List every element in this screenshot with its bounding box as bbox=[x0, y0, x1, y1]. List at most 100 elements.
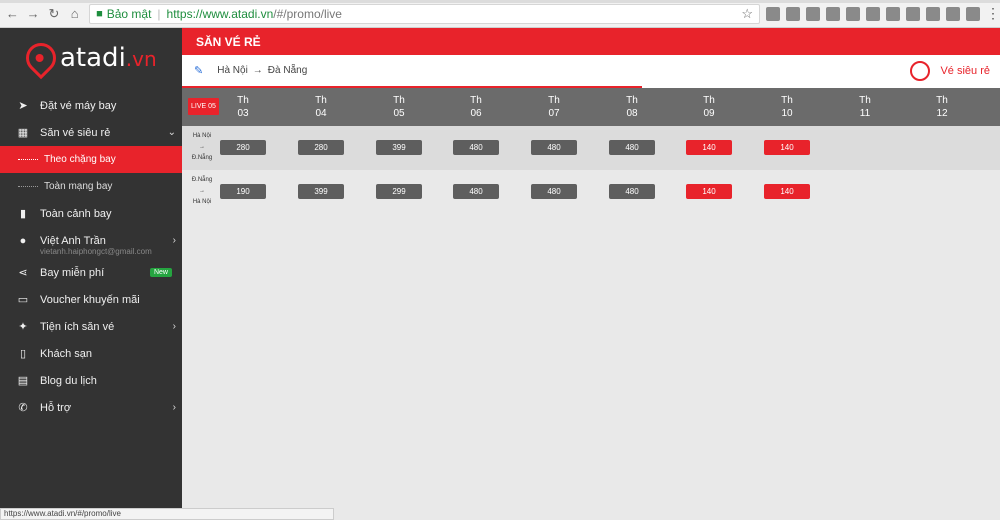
sidebar-item-hotel[interactable]: ▯ Khách sạn bbox=[0, 340, 182, 367]
sidebar-item-label: Đặt vé máy bay bbox=[40, 99, 117, 112]
edit-icon[interactable]: ✎ bbox=[194, 64, 203, 77]
day-column-header[interactable]: Th 11 bbox=[847, 94, 883, 120]
extension-icon[interactable] bbox=[786, 6, 801, 21]
price-button[interactable]: 399 bbox=[376, 140, 422, 155]
price-row: Đ.Nẵng → Hà Nội 190 399 299 480 480 480 140 140 bbox=[182, 170, 1000, 214]
forward-icon[interactable]: → bbox=[25, 5, 42, 23]
home-icon[interactable]: ⌂ bbox=[66, 5, 83, 23]
bookmark-star-icon[interactable]: ☆ bbox=[741, 6, 753, 22]
browser-toolbar: ← → ↻ ⌂ ■ Bảo mật | https://www.atadi.vn… bbox=[0, 0, 1000, 28]
sidebar-item-overview[interactable]: ▮ Toàn cảnh bay bbox=[0, 200, 182, 227]
extension-icon[interactable] bbox=[966, 6, 981, 21]
day-weekday: Th bbox=[470, 95, 482, 106]
extension-icon[interactable] bbox=[946, 6, 961, 21]
day-weekday: Th bbox=[936, 95, 948, 106]
sidebar-item-utilities[interactable]: ✦ Tiện ích săn vé › bbox=[0, 313, 182, 340]
sidebar-item-user[interactable]: ● Việt Anh Trần › bbox=[0, 227, 182, 254]
extension-icon[interactable] bbox=[886, 6, 901, 21]
day-column-header[interactable]: Th 08 bbox=[614, 94, 650, 120]
day-number: 07 bbox=[548, 108, 560, 119]
browser-menu-icon[interactable]: ⋮ bbox=[986, 5, 1000, 22]
day-number: 09 bbox=[703, 108, 715, 119]
price-button[interactable]: 480 bbox=[531, 184, 577, 199]
sidebar-item-label: Hỗ trợ bbox=[40, 401, 72, 414]
magic-wand-icon: ✦ bbox=[18, 321, 28, 333]
day-weekday: Th bbox=[393, 95, 405, 106]
price-button-hot[interactable]: 140 bbox=[764, 140, 810, 155]
price-button[interactable]: 280 bbox=[220, 140, 266, 155]
day-weekday: Th bbox=[237, 95, 249, 106]
calendar-icon: ▦ bbox=[17, 127, 29, 139]
extension-icon[interactable] bbox=[906, 6, 921, 21]
toggle-circle-icon bbox=[910, 61, 931, 81]
extension-icon[interactable] bbox=[806, 6, 821, 21]
sidebar-item-hunt-cheap[interactable]: ▦ Săn vé siêu rẻ ⌄ bbox=[0, 119, 182, 146]
reload-icon[interactable]: ↻ bbox=[46, 5, 63, 23]
extension-icon[interactable] bbox=[846, 6, 861, 21]
row-route-label: Hà Nội → Đ.Nẵng bbox=[190, 131, 214, 164]
price-row: Hà Nội → Đ.Nẵng 280 280 399 480 480 480 140 140 bbox=[182, 126, 1000, 170]
day-number: 04 bbox=[315, 108, 327, 119]
day-weekday: Th bbox=[703, 95, 715, 106]
arrow-right-icon: → bbox=[252, 65, 263, 76]
sidebar-subitem-all-routes[interactable]: Toàn mạng bay bbox=[0, 173, 182, 200]
day-column-header[interactable]: Th 12 bbox=[924, 94, 960, 120]
day-column-header[interactable]: Th 10 bbox=[769, 94, 805, 120]
extension-icon[interactable] bbox=[866, 6, 881, 21]
day-number: 03 bbox=[237, 108, 249, 119]
sidebar-item-free-flight[interactable]: ⋖ Bay miễn phí New bbox=[0, 259, 182, 286]
status-bar-url: https://www.atadi.vn/#/promo/live bbox=[0, 508, 334, 520]
address-bar[interactable]: ■ Bảo mật | https://www.atadi.vn /#/prom… bbox=[89, 3, 761, 24]
paper-plane-icon: ➤ bbox=[18, 100, 28, 112]
extension-icon[interactable] bbox=[826, 6, 841, 21]
back-icon[interactable]: ← bbox=[4, 5, 21, 23]
day-column-header[interactable]: Th 06 bbox=[458, 94, 494, 120]
extension-icon[interactable] bbox=[766, 6, 781, 21]
day-column-header[interactable]: Th 04 bbox=[303, 94, 339, 120]
price-button[interactable]: 480 bbox=[531, 140, 577, 155]
url-path: /#/promo/live bbox=[273, 6, 342, 21]
price-button[interactable]: 480 bbox=[609, 140, 655, 155]
sidebar-item-voucher[interactable]: ▭ Voucher khuyến mãi bbox=[0, 286, 182, 313]
cheap-ticket-label: Vé siêu rẻ bbox=[940, 65, 990, 77]
bar-chart-icon: ▮ bbox=[19, 208, 27, 220]
day-column-header[interactable]: Th 09 bbox=[691, 94, 727, 120]
price-button[interactable]: 399 bbox=[298, 184, 344, 199]
price-button[interactable]: 480 bbox=[609, 184, 655, 199]
price-button-hot[interactable]: 140 bbox=[686, 140, 732, 155]
day-weekday: Th bbox=[626, 95, 638, 106]
sidebar-item-book-flight[interactable]: ➤ Đặt vé máy bay bbox=[0, 92, 182, 119]
page-title: SĂN VÉ RẺ bbox=[182, 28, 1000, 55]
route-from: Hà Nội bbox=[217, 65, 248, 76]
url-host: https://www.atadi.vn bbox=[166, 6, 274, 21]
chevron-right-icon: › bbox=[172, 321, 176, 332]
logo-text: atadi.vn bbox=[60, 43, 157, 73]
day-column-header[interactable]: Th 07 bbox=[536, 94, 572, 120]
chevron-down-icon: ⌄ bbox=[167, 127, 176, 138]
extension-icon[interactable] bbox=[926, 6, 941, 21]
price-button[interactable]: 190 bbox=[220, 184, 266, 199]
row-route-text: → bbox=[199, 144, 205, 150]
logo[interactable]: atadi.vn bbox=[0, 28, 182, 88]
price-button-hot[interactable]: 140 bbox=[764, 184, 810, 199]
price-button-hot[interactable]: 140 bbox=[686, 184, 732, 199]
day-weekday: Th bbox=[315, 95, 327, 106]
price-button[interactable]: 299 bbox=[376, 184, 422, 199]
card-icon: ▭ bbox=[17, 294, 29, 306]
price-button[interactable]: 280 bbox=[298, 140, 344, 155]
sidebar-subitem-label: Toàn mạng bay bbox=[44, 181, 113, 192]
day-number: 06 bbox=[470, 108, 482, 119]
day-column-header[interactable]: Th 05 bbox=[381, 94, 417, 120]
day-column-header[interactable]: Th 03 bbox=[225, 94, 261, 120]
sidebar-item-blog[interactable]: ▤ Blog du lịch bbox=[0, 367, 182, 394]
price-button[interactable]: 480 bbox=[453, 140, 499, 155]
row-route-label: Đ.Nẵng → Hà Nội bbox=[190, 175, 214, 208]
sidebar-item-label: Săn vé siêu rẻ bbox=[40, 126, 111, 139]
price-button[interactable]: 480 bbox=[453, 184, 499, 199]
sidebar-item-label: Tiện ích săn vé bbox=[40, 320, 115, 333]
sidebar-subitem-by-route[interactable]: Theo chặng bay bbox=[0, 146, 182, 173]
logo-pin-icon bbox=[19, 36, 63, 80]
cheap-ticket-toggle[interactable]: Vé siêu rẻ bbox=[910, 61, 990, 81]
sidebar-item-support[interactable]: ✆ Hỗ trợ › bbox=[0, 394, 182, 421]
day-number: 05 bbox=[393, 108, 405, 119]
